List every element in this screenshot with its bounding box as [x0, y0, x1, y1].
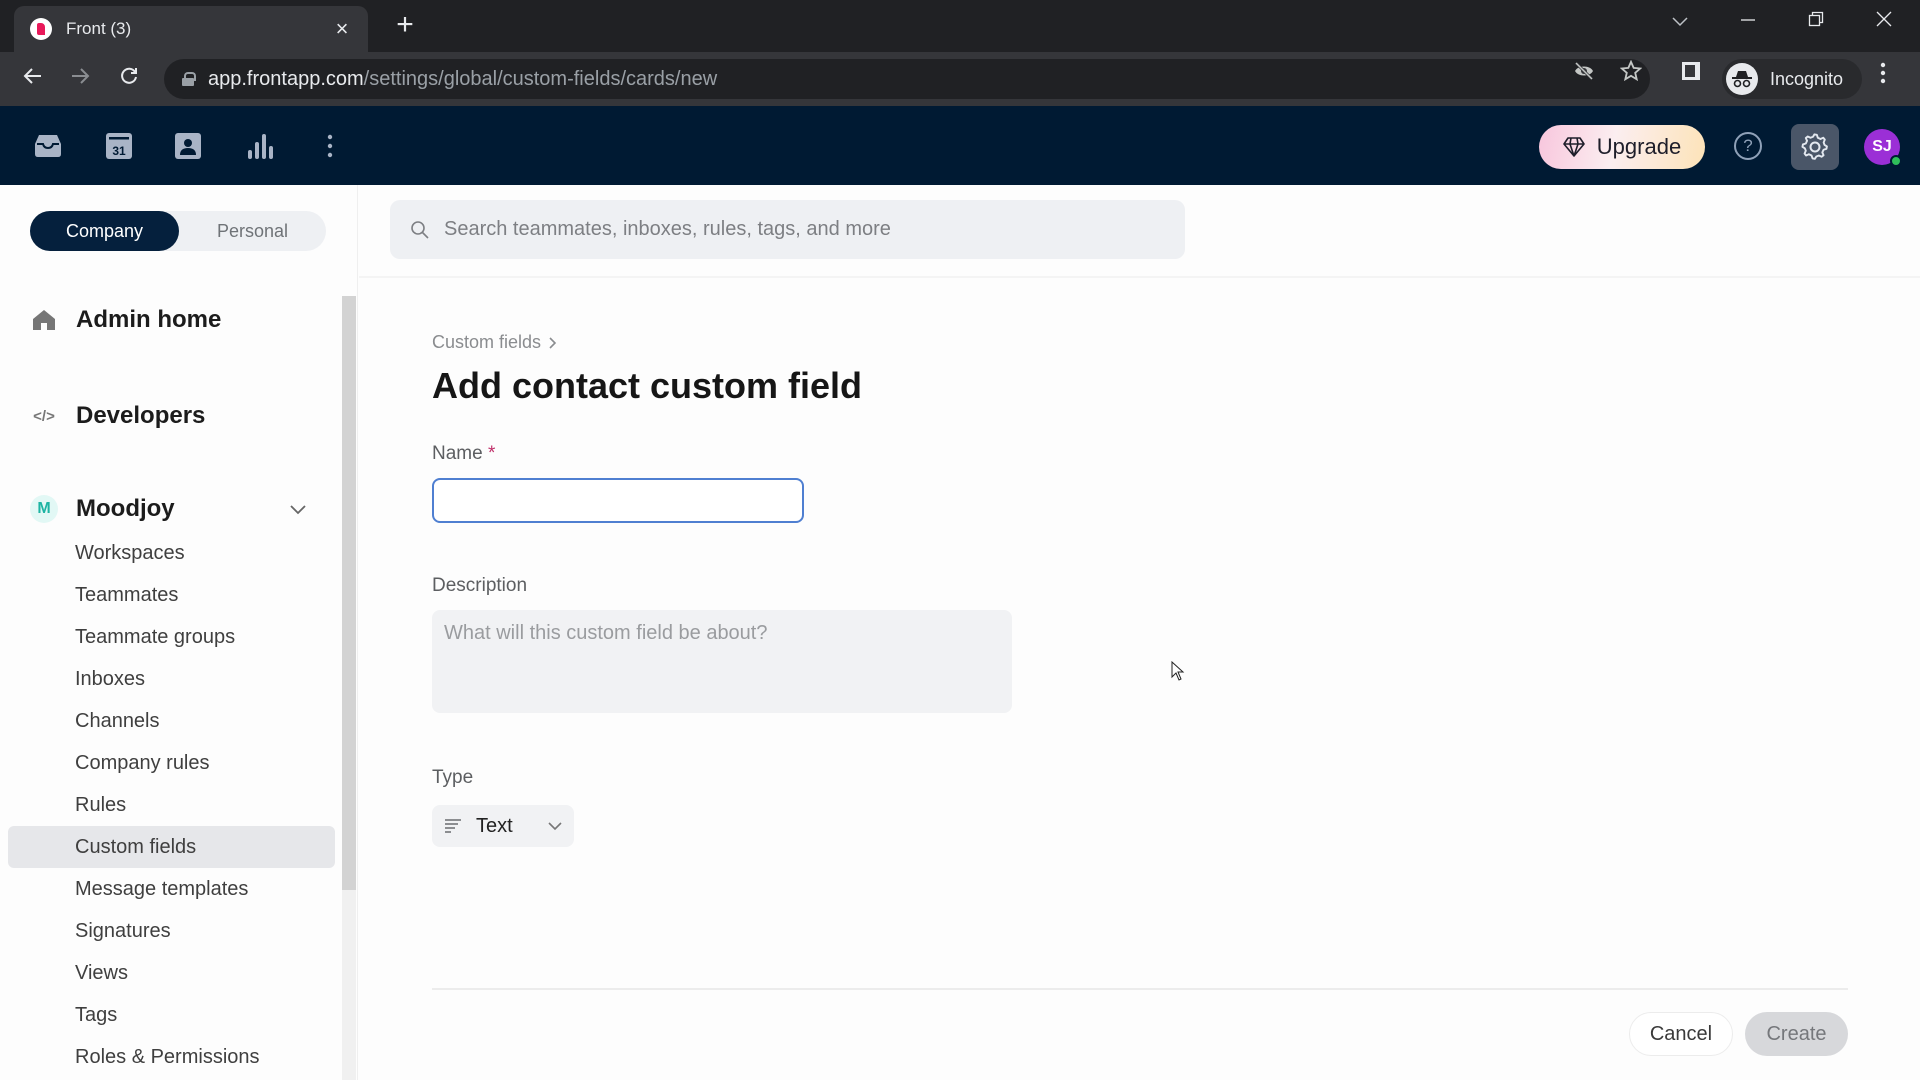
create-button[interactable]: Create	[1745, 1012, 1848, 1056]
cancel-button[interactable]: Cancel	[1629, 1012, 1733, 1056]
back-icon[interactable]	[16, 62, 50, 96]
org-settings-nav: Workspaces Teammates Teammate groups Inb…	[8, 532, 335, 1078]
text-lines-icon	[445, 819, 461, 833]
sidebar-scrollbar-track[interactable]	[342, 890, 356, 1080]
org-name: Moodjoy	[76, 495, 175, 522]
calendar-day: 31	[112, 144, 126, 158]
type-dropdown[interactable]: Text	[432, 805, 574, 847]
type-label: Type	[432, 767, 474, 788]
company-scope-button[interactable]: Company	[30, 211, 179, 251]
address-bar[interactable]: app.frontapp.com/settings/global/custom-…	[164, 59, 1650, 99]
chevron-down-icon	[548, 821, 562, 830]
name-label-text: Name	[432, 443, 483, 464]
sidebar-item-signatures[interactable]: Signatures	[8, 910, 335, 952]
diamond-icon	[1562, 137, 1585, 157]
chevron-down-icon[interactable]	[290, 502, 306, 516]
breadcrumb-custom-fields[interactable]: Custom fields	[432, 332, 541, 353]
more-apps-icon[interactable]	[314, 130, 346, 162]
reload-icon[interactable]	[112, 62, 146, 96]
sidebar-item-custom-fields[interactable]: Custom fields	[8, 826, 335, 868]
url-host: app.frontapp.com	[208, 67, 364, 90]
url-path: /settings/global/custom-fields/cards/new	[363, 67, 718, 90]
settings-search[interactable]	[390, 200, 1185, 259]
app-header: 31 Upgrade ? SJ	[0, 106, 1920, 185]
calendar-icon[interactable]: 31	[103, 130, 135, 162]
sidebar-item-admin-home[interactable]: Admin home	[30, 306, 221, 334]
mouse-cursor-icon	[1171, 660, 1185, 686]
sidebar-item-channels[interactable]: Channels	[8, 700, 335, 742]
gear-icon	[1801, 133, 1828, 160]
front-favicon-icon	[30, 18, 52, 40]
sidebar-item-developers[interactable]: </> Developers	[30, 402, 205, 430]
minimize-icon[interactable]	[1728, 10, 1768, 33]
sidebar-item-views[interactable]: Views	[8, 952, 335, 994]
settings-sidebar: Company Personal Admin home </> Develope…	[0, 185, 358, 1080]
contacts-icon[interactable]	[172, 130, 204, 162]
incognito-label: Incognito	[1770, 68, 1844, 89]
sidebar-item-tags[interactable]: Tags	[8, 994, 335, 1036]
admin-home-label: Admin home	[76, 306, 222, 333]
user-avatar[interactable]: SJ	[1864, 129, 1902, 167]
header-divider	[359, 276, 1920, 278]
bookmark-star-icon[interactable]	[1619, 59, 1643, 88]
name-label: Name *	[432, 443, 495, 465]
org-badge-wrapper: M	[30, 495, 58, 523]
tab-title: Front (3)	[66, 19, 132, 38]
sidebar-item-teammate-groups[interactable]: Teammate groups	[8, 616, 335, 658]
close-window-icon[interactable]	[1864, 10, 1904, 33]
org-badge: M	[30, 495, 58, 523]
close-tab-icon[interactable]: ×	[330, 16, 354, 42]
new-tab-icon[interactable]: +	[392, 8, 418, 42]
incognito-profile-button[interactable]: Incognito	[1722, 59, 1862, 99]
sidebar-item-message-templates[interactable]: Message templates	[8, 868, 335, 910]
main-content: Custom fields Add contact custom field N…	[359, 185, 1920, 1080]
avatar-initials: SJ	[1872, 138, 1892, 155]
lock-icon[interactable]	[182, 72, 196, 86]
description-textarea[interactable]	[432, 610, 1012, 713]
upgrade-button[interactable]: Upgrade	[1539, 125, 1705, 169]
sidebar-item-workspaces[interactable]: Workspaces	[8, 532, 335, 574]
side-panel-icon[interactable]	[1680, 60, 1702, 88]
developers-label: Developers	[76, 402, 206, 429]
sidebar-org-moodjoy[interactable]: M Moodjoy	[30, 495, 175, 523]
help-icon[interactable]: ?	[1734, 132, 1762, 160]
incognito-icon	[1726, 63, 1758, 95]
search-icon	[411, 220, 429, 239]
forward-icon[interactable]	[63, 62, 97, 96]
personal-scope-button[interactable]: Personal	[179, 211, 326, 251]
footer-divider	[432, 988, 1848, 990]
browser-toolbar: app.frontapp.com/settings/global/custom-…	[0, 52, 1920, 106]
sidebar-item-rules[interactable]: Rules	[8, 784, 335, 826]
inbox-icon[interactable]	[32, 130, 64, 162]
sidebar-item-roles-permissions[interactable]: Roles & Permissions	[8, 1036, 335, 1078]
tracking-protection-eye-slash-icon[interactable]	[1573, 60, 1595, 88]
sidebar-item-inboxes[interactable]: Inboxes	[8, 658, 335, 700]
browser-menu-icon[interactable]	[1880, 62, 1886, 90]
online-status-dot	[1890, 155, 1902, 167]
home-icon	[30, 309, 58, 331]
description-label: Description	[432, 575, 528, 596]
page-title: Add contact custom field	[432, 365, 863, 406]
chevron-right-icon	[549, 336, 557, 349]
scope-toggle: Company Personal	[30, 211, 326, 251]
upgrade-label: Upgrade	[1596, 134, 1682, 159]
type-value: Text	[476, 814, 513, 837]
breadcrumb: Custom fields	[432, 332, 557, 353]
name-input[interactable]	[432, 478, 804, 523]
search-input[interactable]	[444, 218, 1144, 241]
sidebar-item-teammates[interactable]: Teammates	[8, 574, 335, 616]
settings-gear-button[interactable]	[1791, 124, 1839, 170]
required-asterisk: *	[487, 443, 496, 464]
browser-tab[interactable]: Front (3) ×	[14, 6, 368, 52]
restore-icon[interactable]	[1796, 10, 1836, 33]
browser-tab-bar: Front (3) × +	[0, 0, 1920, 52]
sidebar-item-company-rules[interactable]: Company rules	[8, 742, 335, 784]
tab-search-chevron-icon[interactable]	[1660, 10, 1700, 33]
sidebar-scrollbar-thumb[interactable]	[342, 296, 356, 890]
code-icon: </>	[33, 407, 55, 425]
analytics-icon[interactable]	[244, 130, 276, 162]
